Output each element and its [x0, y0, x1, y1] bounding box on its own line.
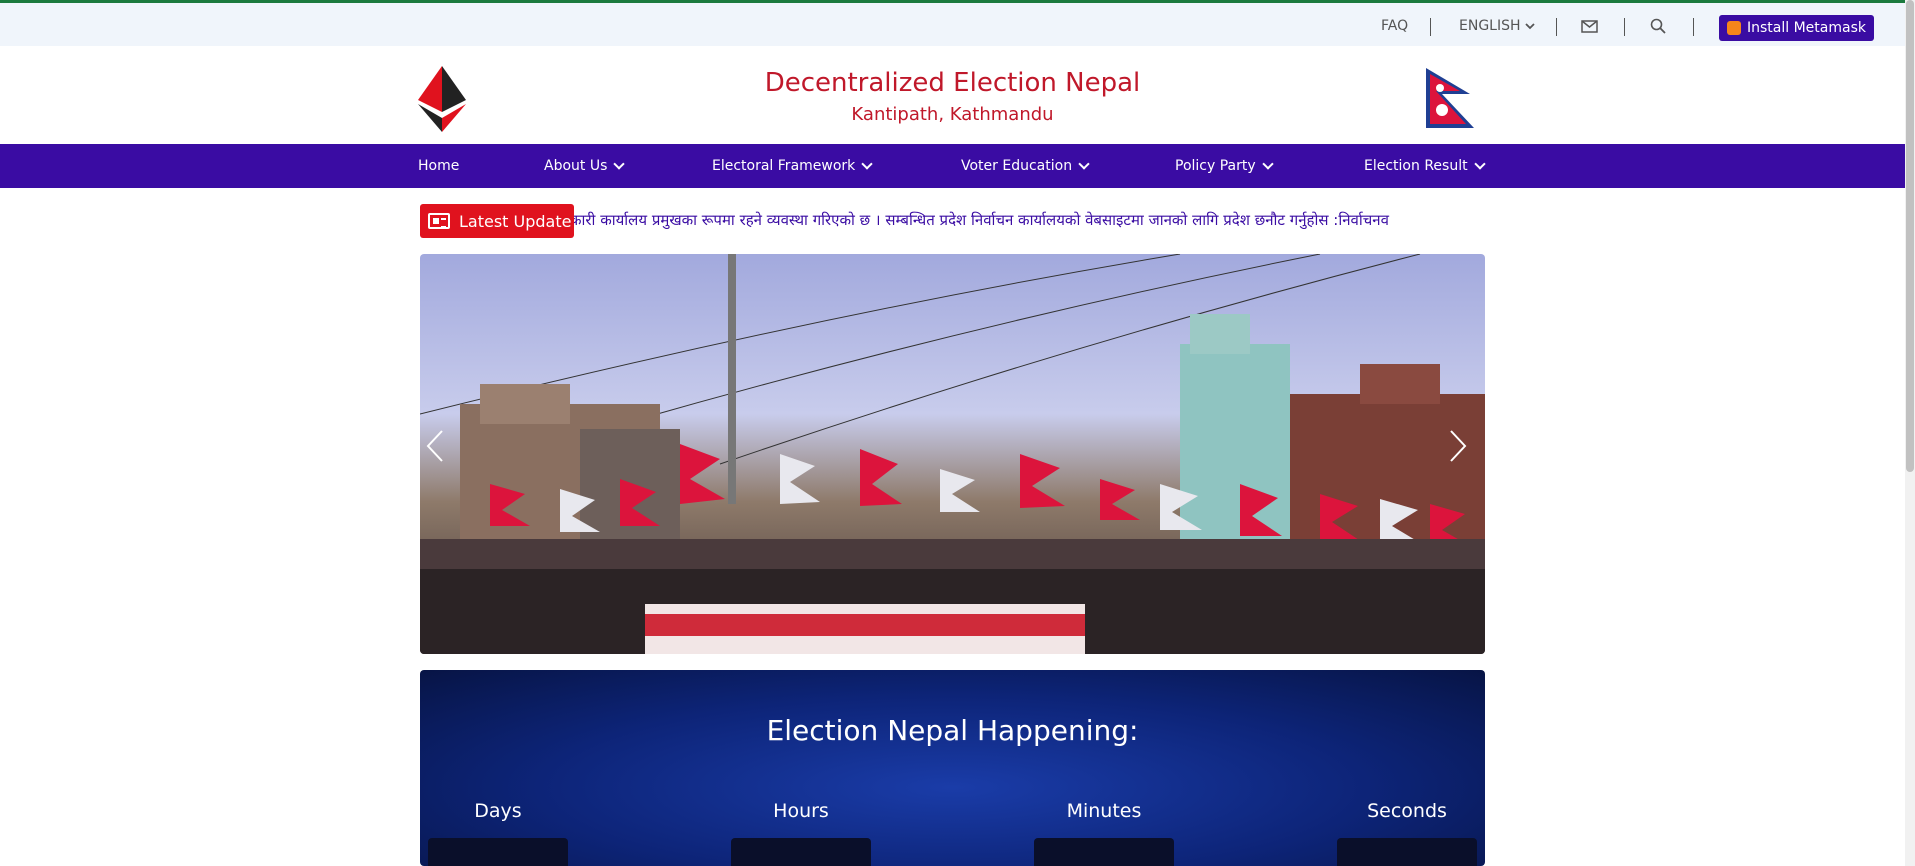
countdown-title: Election Nepal Happening:: [766, 714, 1139, 747]
nav-label: Election Result: [1364, 158, 1468, 174]
nav-home[interactable]: Home: [418, 144, 459, 188]
nav-label: Home: [418, 158, 460, 174]
carousel-prev-button[interactable]: [426, 429, 456, 479]
nav-election-result[interactable]: Election Result: [1364, 144, 1486, 188]
site-subtitle: Kantipath, Kathmandu: [851, 104, 1054, 125]
divider: [1624, 18, 1625, 36]
carousel-next-button[interactable]: [1449, 429, 1479, 479]
chevron-left-icon: [426, 430, 443, 462]
nav-label: Policy Party: [1175, 158, 1256, 174]
chevron-down-icon: [1078, 158, 1090, 170]
nav-policy-party[interactable]: Policy Party: [1175, 144, 1274, 188]
chevron-down-icon: [861, 158, 873, 170]
hero-carousel: [420, 254, 1485, 654]
divider: [1556, 18, 1557, 36]
seconds-label: Seconds: [1367, 800, 1447, 822]
nav-electoral-framework[interactable]: Electoral Framework: [712, 144, 873, 188]
nav-label: Voter Education: [961, 158, 1073, 174]
page-scrollbar[interactable]: [1905, 0, 1915, 866]
chevron-down-icon: [1473, 158, 1486, 170]
minutes-label: Minutes: [1066, 800, 1142, 822]
latest-update-label: Latest Update: [459, 211, 572, 231]
hours-box: [731, 838, 871, 866]
site-title: Decentralized Election Nepal: [764, 68, 1141, 98]
latest-update-ticker: Latest Update कारी कार्यालय प्रमुखका रूप…: [420, 204, 1485, 238]
install-metamask-label: Install Metamask: [1747, 20, 1866, 36]
days-label: Days: [474, 800, 522, 822]
mail-icon: [1581, 19, 1598, 33]
nav-label: Electoral Framework: [712, 158, 856, 174]
seconds-box: [1337, 838, 1477, 866]
election-countdown: Election Nepal Happening: Days Hours Min…: [420, 670, 1485, 866]
ticker-text[interactable]: कारी कार्यालय प्रमुखका रूपमा रहने व्यवस्…: [570, 210, 1389, 230]
fox-icon: [1727, 21, 1741, 35]
latest-update-badge: Latest Update: [420, 204, 574, 238]
nepal-flag: [1426, 68, 1474, 128]
faq-link[interactable]: FAQ: [1381, 3, 1408, 49]
nav-voter-education[interactable]: Voter Education: [961, 144, 1090, 188]
divider: [1693, 18, 1694, 36]
language-selector[interactable]: ENGLISH: [1459, 3, 1535, 49]
install-metamask-button[interactable]: Install Metamask: [1719, 15, 1874, 41]
chevron-right-icon: [1450, 430, 1467, 462]
site-header: Decentralized Election Nepal Kantipath, …: [0, 46, 1905, 144]
mail-button[interactable]: [1581, 3, 1598, 49]
days-box: [428, 838, 568, 866]
nav-label: About Us: [544, 158, 608, 174]
divider: [1430, 18, 1431, 36]
hours-label: Hours: [773, 800, 829, 822]
search-icon: [1650, 18, 1666, 34]
main-nav: Home About Us Electoral Framework Voter …: [0, 144, 1905, 188]
chevron-down-icon: [1524, 23, 1535, 30]
minutes-box: [1034, 838, 1174, 866]
language-label: ENGLISH: [1459, 18, 1521, 34]
nav-about-us[interactable]: About Us: [544, 144, 626, 188]
news-icon: [428, 213, 450, 229]
chevron-down-icon: [1261, 158, 1274, 170]
carousel-image: [420, 254, 1485, 654]
chevron-down-icon: [613, 158, 626, 170]
top-utility-bar: FAQ ENGLISH Install Metamask: [0, 0, 1905, 46]
scrollbar-thumb[interactable]: [1906, 0, 1914, 472]
search-button[interactable]: [1650, 3, 1666, 49]
